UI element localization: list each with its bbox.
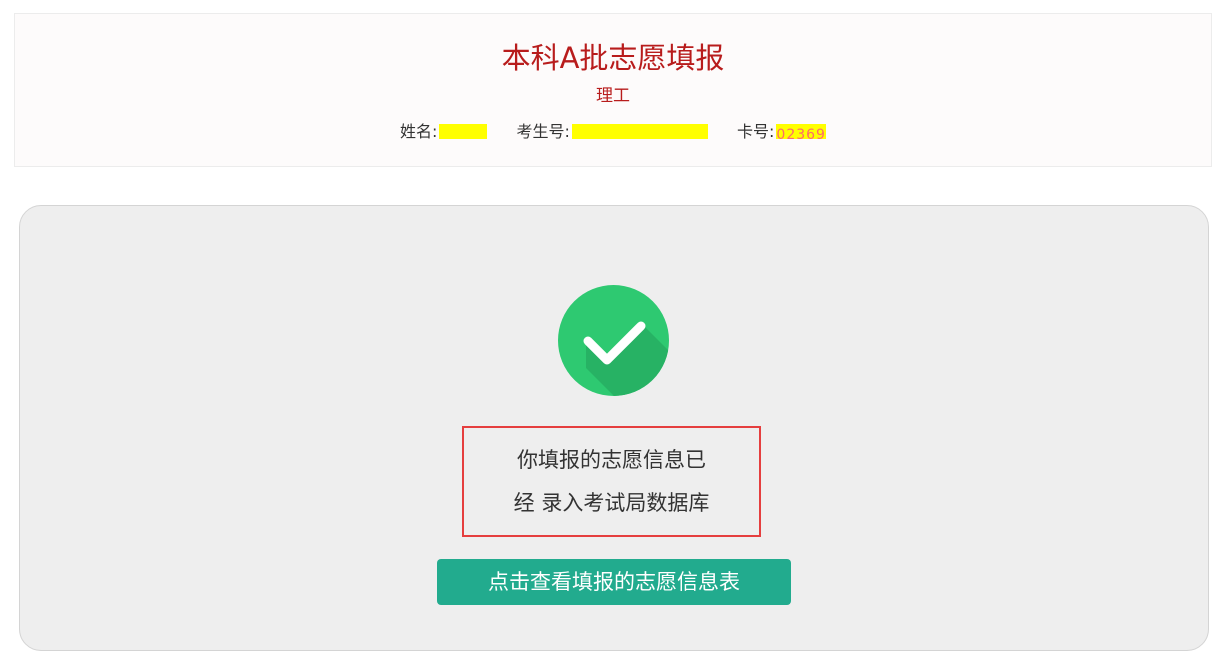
result-panel: 你填报的志愿信息已 经 录入考试局数据库 点击查看填报的志愿信息表 (19, 205, 1209, 651)
exam-number-value-redacted (571, 124, 708, 139)
subject-category: 理工 (596, 86, 630, 106)
name-value-redacted (439, 124, 488, 139)
exam-number-label: 考生号: (516, 122, 570, 141)
check-circle-icon (558, 285, 669, 396)
name-field: 姓名: (400, 121, 488, 143)
success-message-box: 你填报的志愿信息已 经 录入考试局数据库 (462, 426, 761, 537)
card-number-field: 卡号: 02369 (737, 121, 826, 143)
view-application-button[interactable]: 点击查看填报的志愿信息表 (437, 559, 791, 605)
success-message-line1: 你填报的志愿信息已 (517, 448, 706, 472)
success-message-line2: 经 录入考试局数据库 (513, 491, 710, 515)
name-label: 姓名: (400, 122, 438, 141)
card-number-value-redacted: 02369 (776, 124, 826, 143)
page-title: 本科A批志愿填报 (501, 41, 725, 75)
exam-number-field: 考生号: (517, 121, 708, 143)
card-number-label: 卡号: (737, 122, 775, 141)
header-card: 本科A批志愿填报 理工 姓名: 考生号: 卡号: 02369 (14, 13, 1212, 167)
student-info-row: 姓名: 考生号: 卡号: 02369 (15, 121, 1211, 143)
